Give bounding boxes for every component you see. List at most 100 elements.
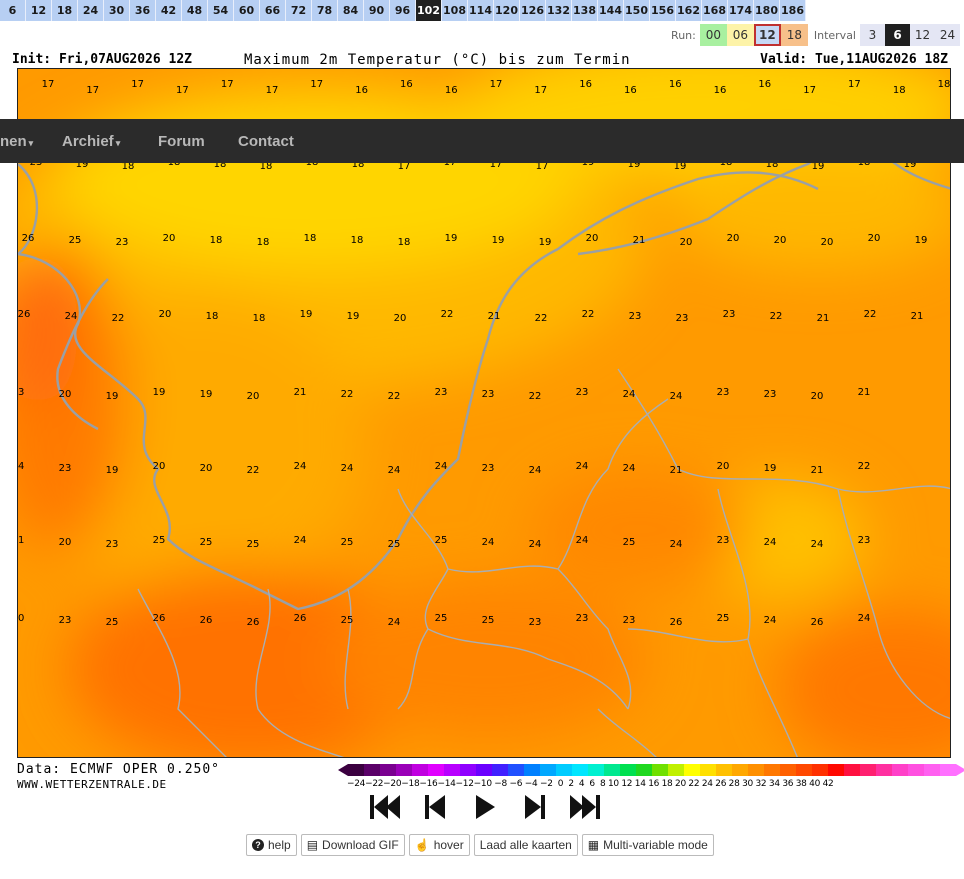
timestep-150[interactable]: 150 xyxy=(624,0,650,21)
temperature-label: 20 xyxy=(59,389,72,400)
timestep-bar: 6 12 18 24 30 36 42 48 54 60 66 72 78 84 90 96 102 108 114… xyxy=(0,0,806,21)
timestep-114[interactable]: 114 xyxy=(468,0,494,21)
timestep-180[interactable]: 180 xyxy=(754,0,780,21)
run-00[interactable]: 00 xyxy=(699,24,727,46)
temperature-label: 23 xyxy=(764,389,777,400)
temperature-label: 23 xyxy=(717,535,730,546)
interval-3[interactable]: 3 xyxy=(860,24,885,46)
temperature-label: 23 xyxy=(435,387,448,398)
temperature-label: 16 xyxy=(669,79,682,90)
timestep-102[interactable]: 102 xyxy=(416,0,442,21)
run-12[interactable]: 12 xyxy=(753,24,781,46)
page: 6 12 18 24 30 36 42 48 54 60 66 72 78 84 90 96 102 108 114… xyxy=(0,0,964,879)
temperature-label: 25 xyxy=(247,539,260,550)
temperature-label: 17 xyxy=(221,79,234,90)
run-18[interactable]: 18 xyxy=(780,24,808,46)
timestep-60[interactable]: 60 xyxy=(234,0,260,21)
timestep-126[interactable]: 126 xyxy=(520,0,546,21)
temperature-label: 22 xyxy=(341,389,354,400)
toolbar-button-label: Download GIF xyxy=(322,838,399,852)
legend-swatch xyxy=(412,764,428,776)
temperature-label: 18 xyxy=(210,235,223,246)
help-button[interactable]: ? help xyxy=(246,834,297,856)
temperature-label: 24 xyxy=(858,613,871,624)
temperature-label: 23 xyxy=(723,309,736,320)
timestep-66[interactable]: 66 xyxy=(260,0,286,21)
legend-swatch xyxy=(684,764,700,776)
temperature-label: 23 xyxy=(676,313,689,324)
timestep-96[interactable]: 96 xyxy=(390,0,416,21)
temperature-label: 20 xyxy=(680,237,693,248)
timestep-174[interactable]: 174 xyxy=(728,0,754,21)
timestep-120[interactable]: 120 xyxy=(494,0,520,21)
legend-max-arrow xyxy=(956,764,964,776)
download-gif-button[interactable]: ▤ Download GIF xyxy=(300,834,405,856)
timestep-168[interactable]: 168 xyxy=(702,0,728,21)
nav-item-forum[interactable]: Forum xyxy=(158,133,205,150)
caret-down-icon: ▾ xyxy=(28,137,34,148)
toolbar-button-label: hover xyxy=(433,838,464,852)
nav-item-archief[interactable]: Archief ▾ xyxy=(62,133,120,150)
multi-variable-button[interactable]: ▦ Multi-variable mode xyxy=(581,834,714,856)
temperature-label: 23 xyxy=(629,311,642,322)
temperature-label: 19 xyxy=(200,389,213,400)
temperature-label: 22 xyxy=(582,309,595,320)
timestep-36[interactable]: 36 xyxy=(130,0,156,21)
temperature-label: 21 xyxy=(633,235,646,246)
temperature-label: 20 xyxy=(247,391,260,402)
timestep-54[interactable]: 54 xyxy=(208,0,234,21)
timestep-162[interactable]: 162 xyxy=(676,0,702,21)
timestep-72[interactable]: 72 xyxy=(286,0,312,21)
timestep-18[interactable]: 18 xyxy=(52,0,78,21)
temperature-label: 25 xyxy=(200,537,213,548)
temperature-map[interactable]: 17 17 17 17 17 17 17 16 16 16 17 17 16 16 16 16 16 17 17 18… xyxy=(17,68,951,758)
legend-swatch xyxy=(476,764,492,776)
nav-item-label: nen xyxy=(0,132,27,150)
next-frame-button[interactable] xyxy=(510,790,560,824)
timestep-144[interactable]: 144 xyxy=(598,0,624,21)
timestep-6[interactable]: 6 xyxy=(0,0,26,21)
load-all-maps-button[interactable]: Laad alle kaarten xyxy=(473,834,578,856)
timestep-42[interactable]: 42 xyxy=(156,0,182,21)
legend-swatch xyxy=(444,764,460,776)
timestep-78[interactable]: 78 xyxy=(312,0,338,21)
last-frame-button[interactable] xyxy=(560,790,610,824)
timestep-90[interactable]: 90 xyxy=(364,0,390,21)
temperature-label: 26 xyxy=(153,613,166,624)
timestep-84[interactable]: 84 xyxy=(338,0,364,21)
timestep-30[interactable]: 30 xyxy=(104,0,130,21)
nav-item-nen[interactable]: nen ▾ xyxy=(0,133,33,150)
temperature-label: 22 xyxy=(247,465,260,476)
temperature-label: 18 xyxy=(398,237,411,248)
temperature-label: 24 xyxy=(529,539,542,550)
legend-swatch xyxy=(940,764,956,776)
timestep-138[interactable]: 138 xyxy=(572,0,598,21)
run-06[interactable]: 06 xyxy=(726,24,754,46)
first-frame-button[interactable] xyxy=(360,790,410,824)
interval-6[interactable]: 6 xyxy=(885,24,910,46)
timestep-48[interactable]: 48 xyxy=(182,0,208,21)
temperature-label: 20 xyxy=(59,537,72,548)
timestep-12[interactable]: 12 xyxy=(26,0,52,21)
interval-24[interactable]: 24 xyxy=(935,24,960,46)
previous-frame-icon xyxy=(425,795,445,819)
legend-swatch xyxy=(892,764,908,776)
temperature-label: 23 xyxy=(59,615,72,626)
temperature-label: 17 xyxy=(131,79,144,90)
legend-swatch xyxy=(620,764,636,776)
hover-button[interactable]: ☝ hover xyxy=(408,834,470,856)
interval-12[interactable]: 12 xyxy=(910,24,935,46)
temperature-label: 18 xyxy=(253,313,266,324)
timestep-24[interactable]: 24 xyxy=(78,0,104,21)
timestep-108[interactable]: 108 xyxy=(442,0,468,21)
nav-item-contact[interactable]: Contact xyxy=(238,133,294,150)
temperature-label: 23 xyxy=(59,463,72,474)
timestep-156[interactable]: 156 xyxy=(650,0,676,21)
play-button[interactable] xyxy=(460,790,510,824)
timestep-132[interactable]: 132 xyxy=(546,0,572,21)
legend-swatch xyxy=(604,764,620,776)
timestep-186[interactable]: 186 xyxy=(780,0,806,21)
temperature-label: 22 xyxy=(535,313,548,324)
legend-swatch xyxy=(508,764,524,776)
previous-frame-button[interactable] xyxy=(410,790,460,824)
